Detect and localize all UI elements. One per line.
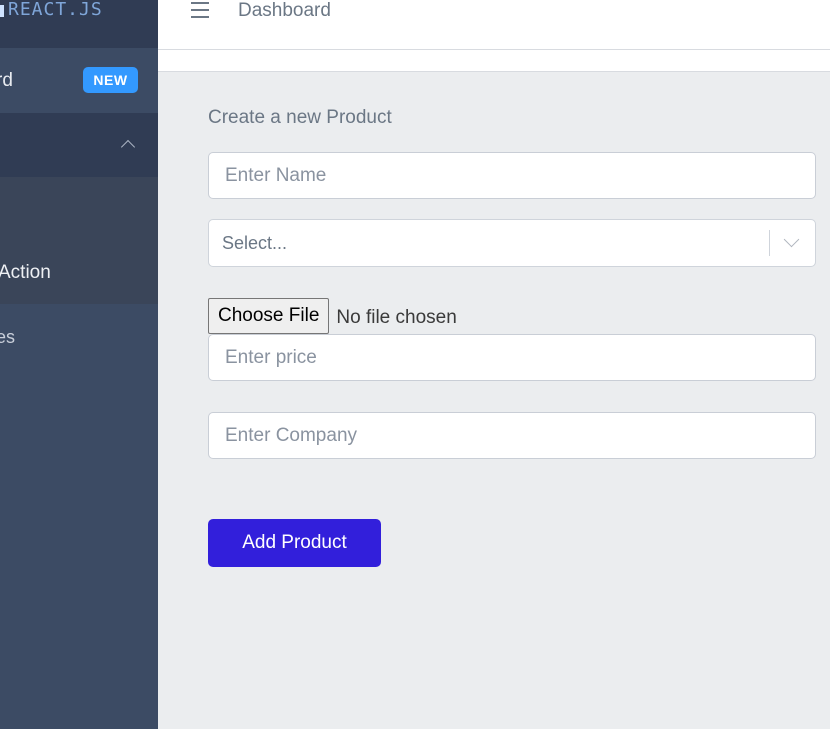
select-separator bbox=[769, 230, 770, 256]
company-input[interactable] bbox=[208, 412, 816, 459]
brand-text: REACT.JS bbox=[8, 0, 103, 20]
sidebar-item-label: es bbox=[0, 326, 16, 347]
sidebar-group-toggle[interactable] bbox=[0, 113, 158, 177]
new-badge: NEW bbox=[83, 67, 138, 93]
add-product-button[interactable]: Add Product bbox=[208, 519, 381, 567]
sidebar-item-action[interactable]: Action bbox=[0, 241, 158, 304]
form-title: Create a new Product bbox=[208, 107, 392, 128]
sidebar-item-es[interactable]: es bbox=[0, 304, 158, 370]
sidebar-item-label: rd bbox=[0, 70, 13, 91]
subheader bbox=[158, 50, 830, 72]
price-input[interactable] bbox=[208, 334, 816, 381]
file-status: No file chosen bbox=[336, 306, 457, 328]
sidebar: REACT.JS rd NEW Action es bbox=[0, 0, 158, 729]
select-value: Select... bbox=[222, 233, 288, 253]
sidebar-item-label: Action bbox=[0, 261, 51, 283]
chevron-up-icon bbox=[120, 139, 136, 155]
breadcrumb-dashboard[interactable]: Dashboard bbox=[238, 0, 331, 22]
file-upload: Choose File No file chosen bbox=[208, 298, 457, 334]
chevron-down-icon[interactable] bbox=[783, 231, 800, 248]
choose-file-button[interactable]: Choose File bbox=[208, 298, 330, 334]
menu-icon[interactable] bbox=[191, 2, 209, 18]
category-select[interactable]: Select... bbox=[208, 219, 816, 267]
sidebar-item-dashboard[interactable]: rd NEW bbox=[0, 49, 158, 113]
brand[interactable]: REACT.JS bbox=[0, 0, 158, 48]
brand-logo-icon bbox=[0, 5, 4, 17]
header: Dashboard bbox=[158, 0, 830, 50]
name-input[interactable] bbox=[208, 152, 816, 199]
